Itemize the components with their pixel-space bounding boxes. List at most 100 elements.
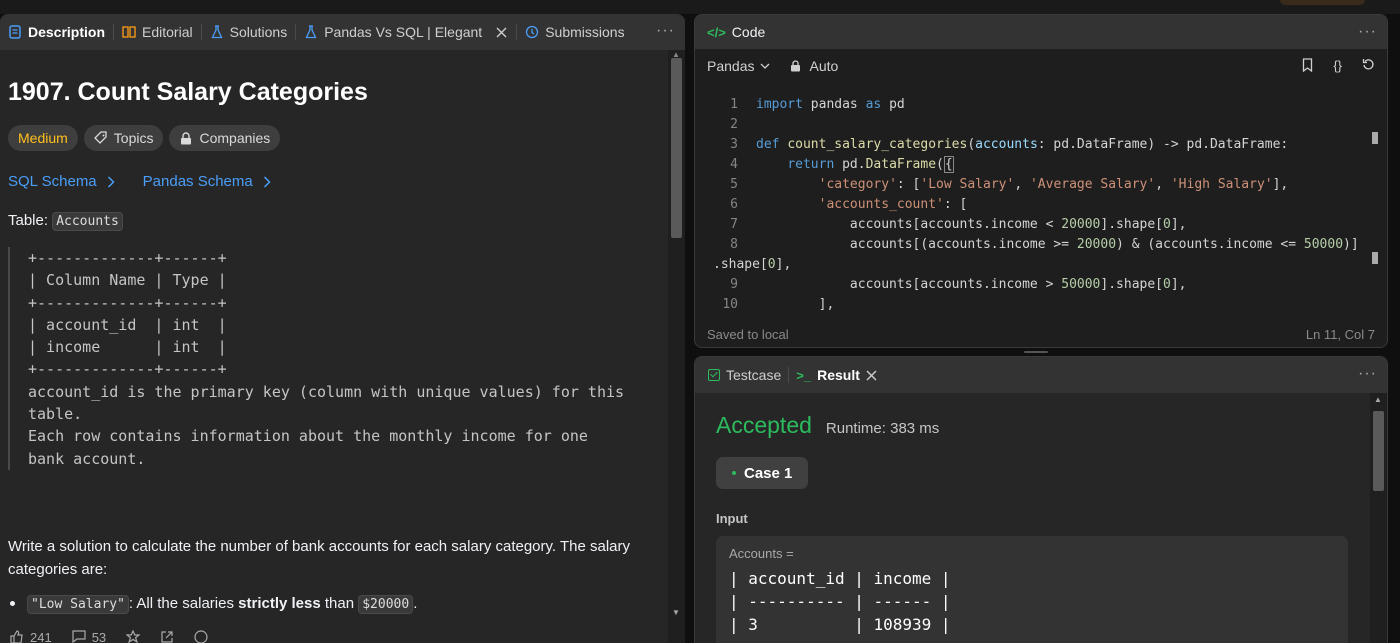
code-line: 2 (730, 117, 738, 132)
reset-icon[interactable] (1362, 58, 1375, 71)
bullet-bold: strictly less (238, 594, 321, 612)
splitter-grip[interactable] (1024, 351, 1048, 353)
result-panel: Testcase >_ Result ··· Accepted Runtime:… (694, 356, 1388, 643)
scroll-thumb[interactable] (671, 58, 682, 238)
code-line: 9 accounts[accounts.income > 50000].shap… (730, 277, 1187, 292)
flask-icon (304, 25, 318, 39)
thumbs-up-icon (10, 630, 23, 643)
top-button-edge (1280, 0, 1365, 5)
code-line: 3 def count_salary_categories(accounts: p… (730, 137, 1289, 152)
share-icon (161, 631, 173, 643)
input-box: Accounts = | account_id | income | | ---… (716, 536, 1348, 643)
tab-submissions-label: Submissions (545, 24, 625, 40)
close-icon[interactable] (494, 25, 508, 39)
problem-title: 1907. Count Salary Categories (8, 78, 368, 106)
pandas-schema-link[interactable]: Pandas Schema (143, 173, 271, 190)
low-salary-code: "Low Salary" (27, 594, 129, 614)
like-button[interactable]: 241 (10, 630, 52, 643)
code-line: 6 'accounts_count': [ (730, 197, 968, 212)
format-braces-icon[interactable]: {} (1333, 58, 1342, 73)
description-icon (8, 25, 22, 39)
bullet-text: "Low Salary": All the salaries strictly … (27, 594, 418, 614)
description-tabs: Description Editorial Solutions Pandas V… (0, 14, 685, 50)
vertical-splitter[interactable] (685, 14, 694, 643)
companies-chip[interactable]: Companies (169, 125, 281, 151)
help-button[interactable] (194, 630, 208, 643)
lock-icon (179, 131, 193, 145)
description-panel: Description Editorial Solutions Pandas V… (0, 14, 685, 643)
tab-editorial-label: Editorial (142, 24, 193, 40)
auto-mode-toggle[interactable]: Auto (790, 58, 838, 74)
pandas-schema-label: Pandas Schema (142, 173, 253, 190)
threshold-code: $20000 (358, 594, 414, 614)
tab-description-label: Description (28, 24, 106, 40)
case-1-tab[interactable]: Case 1 (716, 457, 808, 489)
help-icon (194, 630, 208, 643)
code-line: 5 'category': ['Low Salary', 'Average Sa… (730, 177, 1289, 192)
more-options-icon[interactable]: ··· (1358, 23, 1377, 41)
description-scrollbar[interactable]: ▲ ▼ (668, 50, 685, 643)
bullet-text-2: than (320, 594, 359, 612)
scroll-marker (1372, 252, 1378, 264)
tab-pandas-vs-sql-label: Pandas Vs SQL | Elegant (324, 24, 483, 40)
companies-label: Companies (199, 130, 271, 146)
bullet-text-3: . (413, 594, 418, 612)
code-line: 10 ], (722, 297, 835, 312)
problem-chips: Medium Topics Companies (8, 125, 660, 151)
table-name: Accounts (52, 212, 123, 231)
schema-links: SQL Schema Pandas Schema (8, 173, 660, 190)
tab-description[interactable]: Description (0, 14, 113, 50)
flask-icon (210, 25, 224, 39)
code-panel-title: Code (731, 24, 766, 40)
like-count: 241 (30, 630, 52, 643)
tab-pandas-vs-sql[interactable]: Pandas Vs SQL | Elegant (296, 14, 516, 50)
mode-label: Auto (809, 58, 839, 74)
scroll-down-arrow-icon[interactable]: ▼ (672, 608, 680, 617)
sql-schema-link[interactable]: SQL Schema (8, 173, 115, 190)
topics-chip[interactable]: Topics (83, 125, 164, 151)
top-strip (0, 0, 1400, 14)
chevron-down-icon (761, 63, 770, 69)
tab-result[interactable]: >_ Result (789, 367, 884, 383)
bullet-dot (10, 600, 15, 606)
difficulty-badge: Medium (8, 125, 78, 151)
code-scrollbar[interactable] (1369, 95, 1383, 325)
scroll-marker (1372, 132, 1378, 144)
sql-schema-label: SQL Schema (8, 173, 97, 190)
runtime-text: Runtime: 383 ms (825, 420, 940, 437)
bullet-text-1: : All the salaries (128, 594, 239, 612)
table-heading: Table: Accounts (8, 212, 660, 231)
tab-testcase[interactable]: Testcase (701, 367, 788, 383)
topics-label: Topics (113, 130, 154, 146)
tab-solutions[interactable]: Solutions (202, 14, 296, 50)
more-options-icon[interactable]: ··· (1358, 365, 1377, 383)
cursor-position: Ln 11, Col 7 (1305, 326, 1375, 342)
lock-icon (791, 60, 801, 72)
result-scrollbar[interactable]: ▲ (1370, 393, 1387, 643)
code-editor[interactable]: 1 import pandas as pd 2 3 def count_salary… (695, 95, 1373, 325)
share-button[interactable] (160, 630, 174, 643)
scroll-up-arrow-icon[interactable]: ▲ (1374, 395, 1382, 404)
tab-editorial[interactable]: Editorial (114, 14, 201, 50)
history-icon (525, 25, 539, 39)
more-options-icon[interactable]: ··· (656, 22, 675, 40)
star-icon (126, 630, 141, 643)
description-content: 1907. Count Salary Categories Medium Top… (0, 50, 668, 643)
tab-submissions[interactable]: Submissions (517, 14, 632, 50)
favorite-button[interactable] (126, 630, 141, 643)
comments-button[interactable]: 53 (72, 630, 106, 643)
language-label: Pandas (707, 58, 755, 74)
status-badge: Accepted (716, 412, 812, 438)
chevron-right-icon (107, 175, 115, 188)
language-select[interactable]: Pandas (707, 58, 770, 74)
code-toolbar-actions: {} (1302, 58, 1375, 73)
code-line: 7 accounts[accounts.income < 20000].shap… (730, 217, 1187, 232)
code-toolbar: Pandas Auto {} (695, 49, 1387, 83)
close-icon[interactable] (866, 370, 877, 381)
comment-icon (72, 630, 86, 643)
code-line: .shape[0], (713, 257, 792, 272)
horizontal-splitter[interactable] (694, 348, 1388, 356)
scroll-thumb[interactable] (1373, 411, 1384, 491)
bookmark-icon[interactable] (1302, 58, 1313, 72)
checkbox-icon (708, 369, 720, 381)
